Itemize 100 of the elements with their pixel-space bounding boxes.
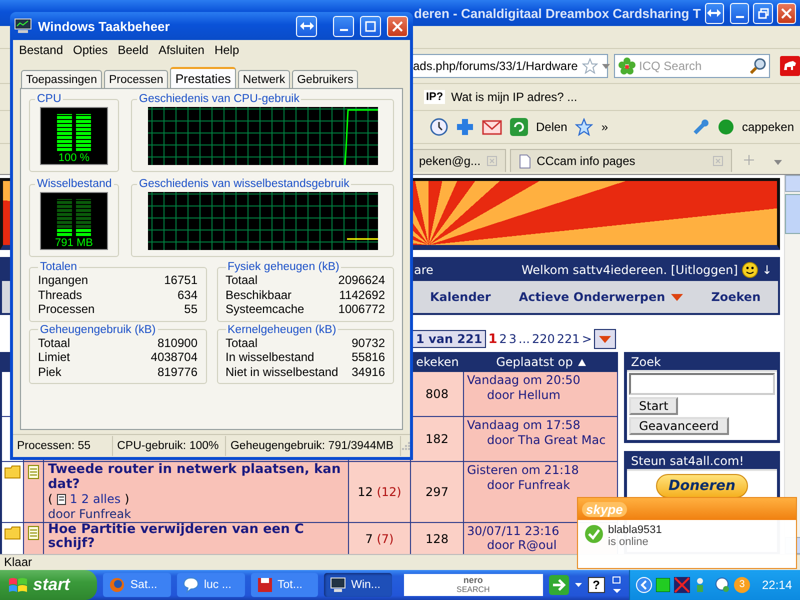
- mail-icon[interactable]: [482, 119, 502, 135]
- tab[interactable]: Prestaties: [170, 67, 236, 88]
- search-field[interactable]: ICQ Search: [614, 54, 770, 78]
- nav-link[interactable]: Kalender: [430, 290, 491, 304]
- menu-item[interactable]: Bestand: [19, 43, 64, 57]
- browser-tab[interactable]: CCcam info pages: [510, 149, 732, 172]
- last-post-author[interactable]: door Tha Great Mac: [467, 433, 614, 448]
- nav-link[interactable]: Zoeken: [711, 290, 761, 304]
- taskbar-button[interactable]: Sat...: [103, 573, 171, 597]
- topic-title[interactable]: Tweede router in netwerk plaatsen, kan dat?: [48, 462, 344, 492]
- bookmark-link[interactable]: Wat is mijn IP adres? ...: [451, 90, 578, 104]
- topic-title[interactable]: Hoe Partitie verwijderen van een C schijf?: [48, 523, 344, 551]
- taskbar-button[interactable]: Tot...: [250, 573, 318, 597]
- contact-status: is online: [608, 536, 650, 548]
- group-title: Geschiedenis van CPU-gebruik: [138, 93, 300, 105]
- close-button[interactable]: [387, 16, 408, 36]
- tab-label: CCcam info pages: [536, 154, 636, 168]
- page-link[interactable]: 1: [488, 332, 498, 346]
- taskbar-button[interactable]: luc ...: [176, 573, 245, 597]
- wrench-icon[interactable]: [692, 118, 710, 136]
- last-post-time[interactable]: Vandaag om 17:58: [467, 418, 614, 433]
- puzzle-icon[interactable]: [456, 118, 474, 136]
- stat-label: In wisselbestand: [226, 350, 314, 364]
- last-post-time[interactable]: Vandaag om 20:50: [467, 373, 614, 388]
- refresh-icon[interactable]: [510, 118, 528, 136]
- stat-label: Totaal: [226, 336, 258, 350]
- dropdown-icon[interactable]: [774, 160, 782, 165]
- windows-icon[interactable]: [610, 575, 623, 595]
- restore-button[interactable]: [753, 2, 773, 24]
- minimize-button[interactable]: [333, 16, 354, 36]
- page-dropdown[interactable]: [594, 329, 616, 349]
- address-text: ads.php/forums/33/1/Hardware: [413, 59, 578, 73]
- help-button[interactable]: ?: [588, 577, 605, 593]
- user-menu[interactable]: cappeken: [742, 120, 794, 134]
- menu-item[interactable]: Help: [214, 43, 240, 57]
- start-button[interactable]: start: [0, 570, 98, 600]
- more-chevron[interactable]: »: [601, 120, 608, 134]
- resize-button[interactable]: [296, 16, 317, 36]
- close-button[interactable]: [776, 2, 796, 24]
- chat-icon[interactable]: [714, 577, 730, 593]
- last-post-author[interactable]: door Hellum: [467, 388, 614, 403]
- views-count: 128: [426, 532, 448, 546]
- dropdown-icon[interactable]: [671, 294, 684, 300]
- donate-button[interactable]: Doneren: [656, 474, 748, 498]
- topic-page-link[interactable]: 1: [70, 492, 78, 507]
- last-post-time[interactable]: Gisteren om 21:18: [467, 463, 614, 478]
- menu-item[interactable]: Opties: [73, 43, 108, 57]
- share-label[interactable]: Delen: [536, 120, 568, 134]
- last-post-author[interactable]: door Funfreak: [467, 478, 614, 493]
- search-box[interactable]: nero SEARCH: [404, 574, 543, 596]
- topic-page-link[interactable]: alles: [92, 492, 121, 507]
- section-title: are: [414, 263, 434, 277]
- search-icon[interactable]: [750, 58, 766, 74]
- search-button[interactable]: Geavanceerd: [629, 417, 729, 435]
- tab[interactable]: Netwerk: [238, 70, 290, 88]
- search-input[interactable]: [629, 373, 775, 395]
- address-field[interactable]: ads.php/forums/33/1/Hardware: [410, 54, 608, 78]
- page-link[interactable]: 2: [499, 332, 507, 346]
- page-link[interactable]: 3: [508, 332, 517, 346]
- minimize-icon: [340, 29, 348, 31]
- minimize-button[interactable]: [730, 2, 750, 24]
- tab[interactable]: Processen: [104, 70, 168, 88]
- resize-grip-icon[interactable]: [400, 441, 410, 451]
- dog-icon[interactable]: [780, 56, 800, 76]
- maximize-button[interactable]: [360, 16, 381, 36]
- group-title: Kernelgeheugen (kB): [226, 324, 338, 336]
- tab[interactable]: Toepassingen: [21, 70, 102, 88]
- chevron-left-icon[interactable]: [636, 577, 652, 593]
- browser-tab[interactable]: peken@g...: [410, 149, 506, 172]
- menu-item[interactable]: Beeld: [118, 43, 148, 57]
- network-off-icon[interactable]: [674, 577, 690, 593]
- arrow-text[interactable]: ↓: [762, 263, 772, 277]
- status-dot-icon[interactable]: [718, 119, 734, 135]
- clock: 22:14: [762, 578, 792, 592]
- nav-link[interactable]: Actieve Onderwerpen: [518, 290, 666, 304]
- globe-icon: [109, 577, 126, 593]
- taskbar-button[interactable]: Win...: [324, 573, 392, 597]
- check-icon: [584, 524, 604, 544]
- flower-icon[interactable]: [618, 57, 636, 75]
- dropdown-icon[interactable]: [602, 64, 610, 68]
- topic-page-link[interactable]: 2: [81, 492, 89, 507]
- clock-icon[interactable]: [430, 118, 448, 136]
- page-link[interactable]: 221: [556, 332, 580, 346]
- menu-item[interactable]: Afsluiten: [158, 43, 204, 57]
- meter-reading: 791 MB: [55, 237, 93, 249]
- search-button[interactable]: Start: [629, 397, 678, 415]
- column-header[interactable]: Geplaatst op: [464, 355, 618, 369]
- star-icon[interactable]: [582, 58, 598, 74]
- stat-value: 16751: [164, 273, 198, 288]
- page-link[interactable]: >: [582, 332, 592, 346]
- dropdown-icon[interactable]: [574, 583, 582, 587]
- page-link[interactable]: ...: [518, 332, 530, 346]
- stat-label: Limiet: [38, 350, 70, 364]
- page-link[interactable]: 220: [532, 332, 555, 346]
- star-icon[interactable]: [575, 118, 594, 136]
- resize-button[interactable]: [704, 2, 724, 24]
- document-icon: [28, 526, 39, 540]
- paren-text: (: [48, 492, 53, 507]
- tab[interactable]: Gebruikers: [292, 70, 358, 88]
- column-header[interactable]: ekeken: [411, 355, 464, 369]
